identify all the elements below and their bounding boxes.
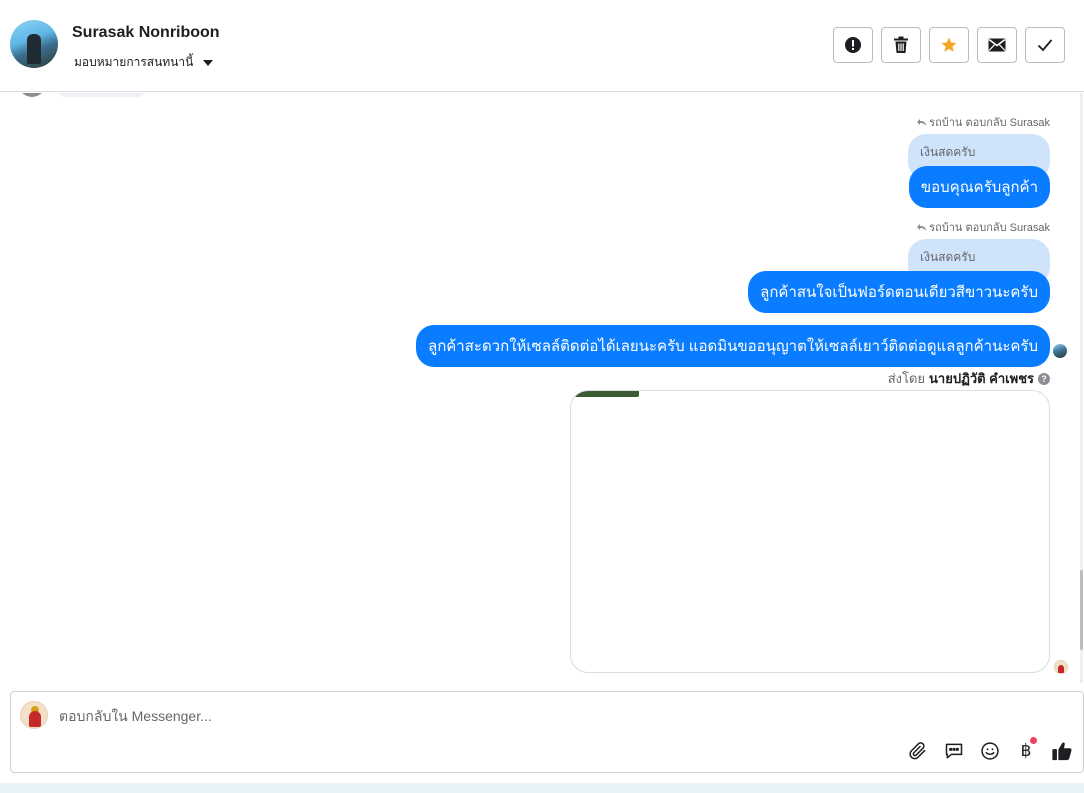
reply-meta: รถบ้าน ตอบกลับ Surasak	[917, 218, 1050, 236]
sender-name: นายปฏิวัติ คำเพชร	[929, 371, 1034, 386]
incoming-message-bubble	[56, 93, 148, 97]
reply-meta-text: รถบ้าน ตอบกลับ Surasak	[929, 222, 1050, 234]
notification-dot	[1030, 737, 1037, 744]
seen-avatar	[1053, 344, 1067, 358]
baht-payment-icon: ฿	[1020, 741, 1032, 761]
sent-by-label: ส่งโดย นายปฏิวัติ คำเพชร ?	[888, 368, 1050, 389]
mark-unread-button[interactable]	[977, 27, 1017, 63]
scrollbar-thumb[interactable]	[1080, 570, 1083, 650]
exclamation-icon	[845, 37, 861, 53]
mark-done-button[interactable]	[1025, 27, 1065, 63]
page-avatar	[20, 701, 48, 729]
check-icon	[1037, 39, 1053, 52]
mark-spam-button[interactable]	[833, 27, 873, 63]
caret-down-icon	[203, 59, 214, 66]
star-icon	[941, 37, 957, 52]
saved-replies-button[interactable]	[942, 739, 966, 763]
trash-icon	[894, 36, 908, 53]
saved-replies-icon	[945, 743, 963, 759]
assign-conversation-dropdown[interactable]: มอบหมายการสนทนานี้	[74, 53, 214, 72]
emoji-icon	[981, 742, 999, 760]
reply-meta-text: รถบ้าน ตอบกลับ Surasak	[929, 117, 1050, 129]
help-icon[interactable]: ?	[1038, 372, 1050, 385]
message-thread[interactable]: รถบ้าน ตอบกลับ Surasak เงินสดครับ ขอบคุณ…	[0, 93, 1084, 683]
footer-strip	[0, 783, 1084, 793]
like-icon	[1052, 742, 1072, 761]
reply-arrow-icon	[917, 118, 927, 126]
outgoing-message-bubble[interactable]: ขอบคุณครับลูกค้า	[908, 166, 1050, 208]
attach-button[interactable]	[906, 739, 930, 763]
envelope-icon	[988, 38, 1006, 52]
image-preview-edge	[571, 391, 639, 397]
reply-input[interactable]	[59, 708, 959, 724]
assign-label: มอบหมายการสนทนานี้	[74, 55, 194, 69]
contact-name[interactable]: Surasak Nonriboon	[72, 24, 220, 42]
sent-by-prefix: ส่งโดย	[887, 371, 926, 386]
emoji-button[interactable]	[978, 739, 1002, 763]
outgoing-message-bubble[interactable]: ลูกค้าสนใจเป็นฟอร์ดตอนเดียวสีขาวนะครับ	[748, 271, 1050, 313]
page-avatar	[1054, 660, 1068, 674]
contact-avatar[interactable]	[10, 20, 58, 68]
conversation-header: Surasak Nonriboon มอบหมายการสนทนานี้	[0, 0, 1084, 92]
customer-avatar	[18, 93, 46, 97]
delete-button[interactable]	[881, 27, 921, 63]
payment-button[interactable]: ฿	[1014, 737, 1038, 763]
reply-meta: รถบ้าน ตอบกลับ Surasak	[917, 113, 1050, 131]
reply-arrow-icon	[917, 223, 927, 231]
outgoing-message-bubble[interactable]: ลูกค้าสะดวกให้เซลล์ติดต่อได้เลยนะครับ แอ…	[416, 325, 1050, 367]
star-button[interactable]	[929, 27, 969, 63]
like-button[interactable]	[1050, 739, 1074, 763]
image-attachment[interactable]	[570, 390, 1050, 673]
message-composer: ฿	[10, 691, 1084, 773]
paperclip-icon	[909, 742, 926, 760]
